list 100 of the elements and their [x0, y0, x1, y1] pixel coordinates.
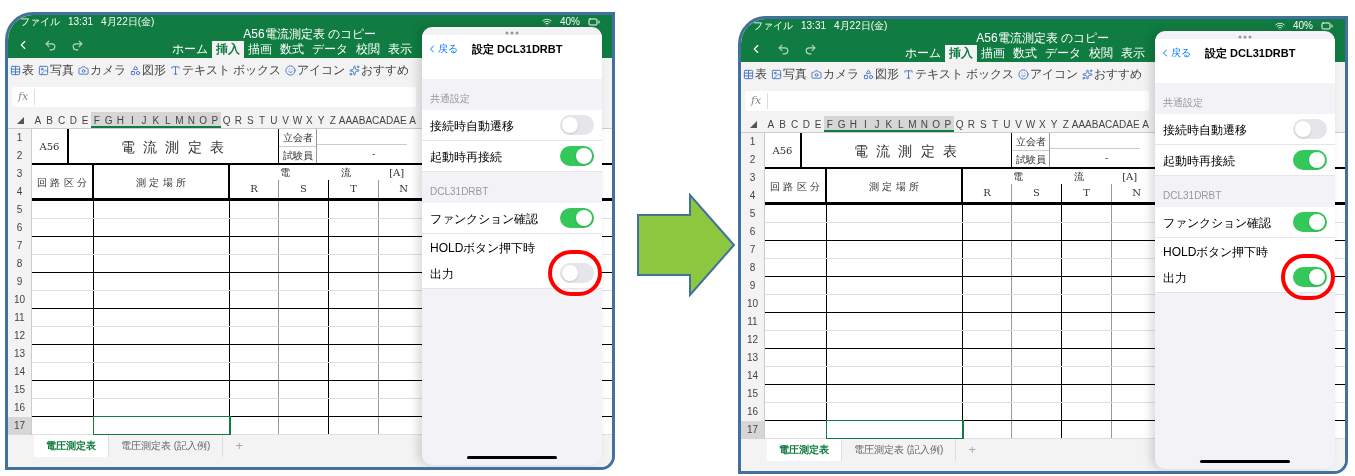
- row-header[interactable]: 7: [741, 241, 764, 259]
- row-header[interactable]: 14: [8, 363, 31, 381]
- column-header[interactable]: A: [1139, 116, 1152, 132]
- column-header[interactable]: A: [765, 116, 777, 132]
- row-header[interactable]: 13: [741, 349, 764, 367]
- row-header[interactable]: 14: [741, 367, 764, 385]
- toggle-switch[interactable]: [560, 208, 594, 228]
- ribbon-tab[interactable]: ホーム: [168, 41, 212, 58]
- toolbar-button[interactable]: 図形: [863, 65, 899, 83]
- selected-cell[interactable]: [827, 421, 963, 438]
- column-header[interactable]: Y: [1048, 116, 1060, 132]
- grabber-icon[interactable]: [1238, 35, 1252, 39]
- selected-cell[interactable]: [94, 417, 230, 434]
- column-header[interactable]: E: [79, 112, 91, 128]
- column-header[interactable]: O: [930, 116, 942, 132]
- column-header[interactable]: B: [43, 112, 56, 128]
- column-header[interactable]: AD: [1112, 116, 1127, 132]
- ribbon-tab[interactable]: 数式: [1009, 45, 1041, 62]
- ribbon-tab[interactable]: 描画: [977, 45, 1009, 62]
- row-header[interactable]: 13: [8, 345, 31, 363]
- row-header[interactable]: 11: [8, 309, 31, 327]
- column-header[interactable]: I: [126, 112, 139, 128]
- toolbar-button[interactable]: 表: [743, 65, 767, 83]
- column-header[interactable]: N: [185, 112, 198, 128]
- column-header[interactable]: C: [55, 112, 68, 128]
- column-header[interactable]: U: [267, 112, 280, 128]
- column-header[interactable]: Q: [953, 116, 966, 132]
- toolbar-button[interactable]: 図形: [130, 61, 166, 79]
- ribbon-tab[interactable]: 挿入: [212, 41, 244, 58]
- row-header[interactable]: 16: [8, 399, 31, 417]
- row-header[interactable]: 3: [741, 169, 764, 187]
- row-header[interactable]: 5: [741, 205, 764, 223]
- sheet-tab[interactable]: 電圧測定表: [34, 435, 109, 457]
- sheet-tab[interactable]: 電圧測定表: [767, 439, 842, 461]
- column-header[interactable]: Q: [220, 112, 233, 128]
- row-header[interactable]: 11: [741, 313, 764, 331]
- toggle-switch[interactable]: [1293, 212, 1327, 232]
- row-header[interactable]: 1: [741, 133, 764, 151]
- toolbar-button[interactable]: 写真: [771, 65, 807, 83]
- ribbon-tab[interactable]: 校閲: [352, 41, 384, 58]
- back-link[interactable]: 戻る: [426, 41, 458, 56]
- row-header[interactable]: 1: [8, 129, 31, 147]
- column-header[interactable]: N: [918, 116, 931, 132]
- column-header[interactable]: V: [1012, 116, 1025, 132]
- row-header[interactable]: 6: [8, 219, 31, 237]
- column-header[interactable]: R: [965, 116, 978, 132]
- column-header[interactable]: T: [989, 116, 1001, 132]
- column-header[interactable]: J: [871, 116, 883, 132]
- column-header[interactable]: AC: [365, 112, 380, 128]
- ribbon-tab[interactable]: 表示: [1117, 45, 1149, 62]
- row-header[interactable]: 3: [8, 165, 31, 183]
- row-header[interactable]: 7: [8, 237, 31, 255]
- toggle-switch[interactable]: [1293, 119, 1327, 139]
- column-header[interactable]: F: [91, 112, 103, 128]
- row-header[interactable]: 12: [741, 331, 764, 349]
- back-link[interactable]: 戻る: [1159, 45, 1191, 60]
- toolbar-button[interactable]: テキスト ボックス: [170, 61, 282, 79]
- toolbar-button[interactable]: 表: [10, 61, 34, 79]
- column-header[interactable]: O: [197, 112, 209, 128]
- column-header[interactable]: S: [244, 112, 257, 128]
- row-header[interactable]: 10: [741, 295, 764, 313]
- row-header[interactable]: 15: [8, 381, 31, 399]
- column-header[interactable]: AD: [379, 112, 394, 128]
- toolbar-button[interactable]: おすすめ: [1082, 65, 1143, 83]
- redo-icon[interactable]: [71, 38, 84, 52]
- row-header[interactable]: 4: [741, 187, 764, 205]
- ribbon-tab[interactable]: 校閲: [1085, 45, 1117, 62]
- column-header[interactable]: E: [812, 116, 824, 132]
- toggle-switch[interactable]: [560, 263, 594, 283]
- toggle-switch[interactable]: [1293, 267, 1327, 287]
- undo-icon[interactable]: [44, 38, 57, 52]
- ribbon-tab[interactable]: データ: [308, 41, 352, 58]
- column-header[interactable]: W: [1024, 116, 1037, 132]
- row-header[interactable]: 9: [8, 273, 31, 291]
- row-header[interactable]: 4: [8, 183, 31, 201]
- formula-bar[interactable]: fx: [12, 87, 416, 107]
- column-header[interactable]: A: [406, 112, 419, 128]
- column-header[interactable]: R: [232, 112, 245, 128]
- toolbar-button[interactable]: カメラ: [78, 61, 126, 79]
- column-header[interactable]: Z: [326, 112, 339, 128]
- ribbon-tab[interactable]: 表示: [384, 41, 416, 58]
- sheet-tab[interactable]: 電圧測定表 (記入例): [109, 435, 224, 457]
- column-header[interactable]: B: [776, 116, 789, 132]
- toolbar-button[interactable]: テキスト ボックス: [903, 65, 1015, 83]
- column-header[interactable]: C: [788, 116, 801, 132]
- column-header[interactable]: AA: [338, 112, 353, 128]
- row-header[interactable]: 17: [8, 417, 31, 435]
- row-header[interactable]: 6: [741, 223, 764, 241]
- ribbon-tab[interactable]: 描画: [244, 41, 276, 58]
- column-header[interactable]: J: [138, 112, 150, 128]
- column-header[interactable]: V: [279, 112, 292, 128]
- sheet-tab[interactable]: 電圧測定表 (記入例): [842, 439, 957, 461]
- toggle-switch[interactable]: [560, 146, 594, 166]
- column-header[interactable]: T: [256, 112, 268, 128]
- column-header[interactable]: D: [67, 112, 80, 128]
- redo-icon[interactable]: [804, 42, 817, 56]
- row-header[interactable]: 2: [8, 147, 31, 165]
- column-header[interactable]: Z: [1059, 116, 1072, 132]
- toggle-switch[interactable]: [560, 115, 594, 135]
- formula-bar[interactable]: fx: [745, 91, 1149, 111]
